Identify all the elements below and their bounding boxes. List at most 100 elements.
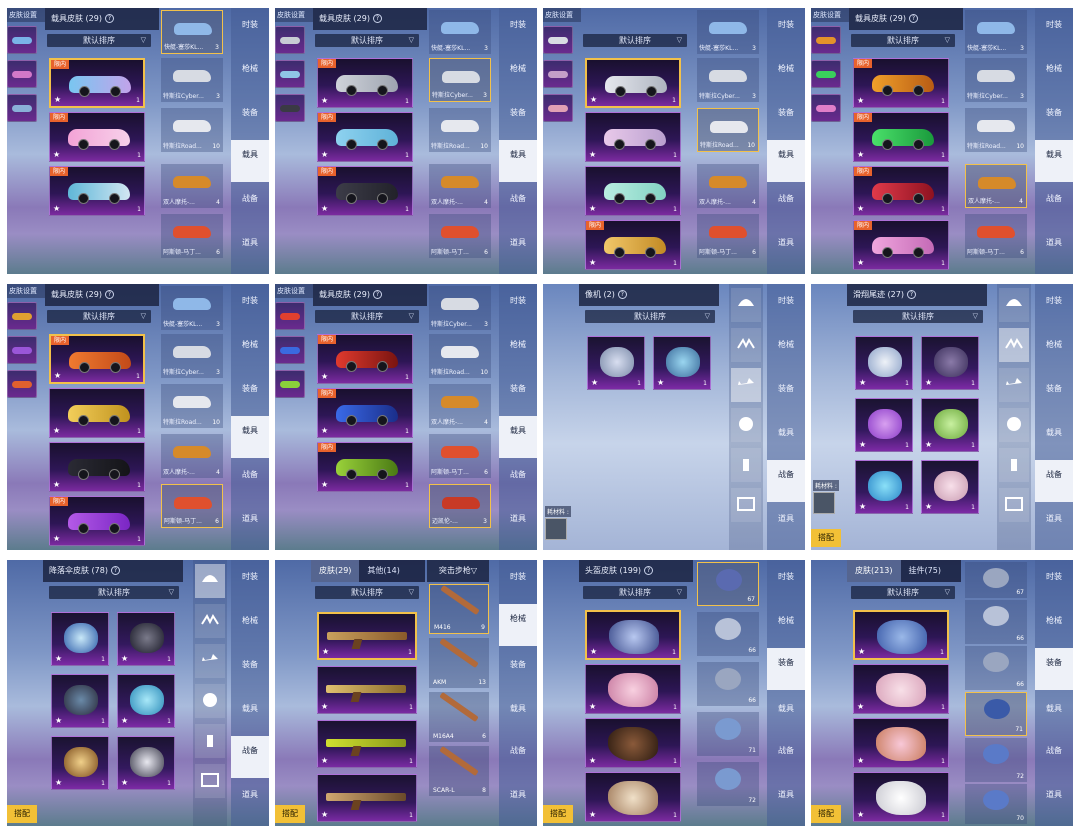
extinguisher-icon[interactable] [999, 448, 1029, 482]
vehicle-list-item[interactable]: 快艇-塞莎KL... 3 [429, 10, 491, 54]
weapon-category[interactable]: 突击步枪▽ [427, 560, 489, 582]
nav-tab[interactable]: 道具 [233, 238, 267, 248]
strip-thumb[interactable] [275, 370, 305, 398]
vehicle-list-item[interactable]: 快艇-塞莎KL... 3 [161, 286, 223, 330]
nav-tab-selected[interactable]: 载具 [499, 140, 537, 182]
gun-list-item[interactable]: AKM 13 [429, 637, 489, 688]
match-button[interactable]: 搭配 [543, 805, 573, 823]
image-icon[interactable] [731, 488, 761, 522]
strip-thumb[interactable] [811, 94, 841, 122]
strip-thumb[interactable] [7, 26, 37, 54]
skin-card[interactable]: ★ 1 [585, 772, 681, 822]
weapon-skin-card[interactable]: ★ 1 [317, 666, 417, 714]
nav-tab[interactable]: 战备 [769, 746, 803, 756]
nav-tab-selected[interactable]: 装备 [767, 648, 805, 690]
vehicle-list-item[interactable]: 特斯拉Cyber... 3 [965, 58, 1027, 102]
material-slot[interactable] [545, 518, 567, 540]
skin-card[interactable]: 限内 ★ 1 [853, 166, 949, 216]
skin-card[interactable]: 限内 ★ 1 [49, 166, 145, 216]
nav-tab[interactable]: 枪械 [1037, 64, 1071, 74]
skin-card[interactable]: ★ 1 [921, 336, 979, 390]
nav-tab[interactable]: 装备 [769, 108, 803, 118]
nav-tab[interactable]: 装备 [1037, 108, 1071, 118]
nav-tab-selected[interactable]: 枪械 [499, 604, 537, 646]
nav-tab-selected[interactable]: 载具 [767, 140, 805, 182]
parachute-icon[interactable] [999, 288, 1029, 322]
tab-other[interactable]: 其他(14) [359, 560, 407, 582]
vehicle-list-item[interactable]: 阿斯顿-马丁... 6 [697, 214, 759, 258]
vehicle-list-item[interactable]: 特斯拉Road... 10 [161, 108, 223, 152]
nav-tab[interactable]: 战备 [233, 194, 267, 204]
glider-trail-icon[interactable] [999, 328, 1029, 362]
material-slot[interactable] [813, 492, 835, 514]
nav-tab[interactable]: 时装 [769, 572, 803, 582]
help-icon[interactable]: ? [908, 14, 918, 23]
sort-dropdown[interactable]: 默认排序 ▽ [583, 586, 687, 599]
sort-dropdown[interactable]: 默认排序 ▽ [47, 310, 151, 323]
strip-thumb[interactable] [543, 94, 573, 122]
match-button[interactable]: 搭配 [7, 805, 37, 823]
nav-tab[interactable]: 载具 [1037, 428, 1071, 438]
skin-card[interactable]: ★ 1 [49, 388, 145, 438]
nav-tab[interactable]: 枪械 [501, 340, 535, 350]
weapon-skin-card[interactable]: ★ 1 [317, 720, 417, 768]
match-button[interactable]: 搭配 [275, 805, 305, 823]
nav-tab[interactable]: 载具 [769, 428, 803, 438]
skin-card[interactable]: 限内 ★ 1 [317, 442, 413, 492]
weapon-skin-card[interactable]: ★ 1 [317, 612, 417, 660]
gun-list-item[interactable]: M16A4 6 [429, 691, 489, 742]
sort-dropdown[interactable]: 默认排序 ▽ [585, 310, 715, 323]
nav-tab[interactable]: 道具 [769, 514, 803, 524]
strip-thumb[interactable] [543, 26, 573, 54]
vehicle-list-item[interactable]: 双人摩托-... 4 [429, 164, 491, 208]
helmet-list-item[interactable]: 66 [697, 612, 759, 656]
skin-card[interactable]: ★ 1 [853, 772, 949, 822]
help-icon[interactable]: ? [906, 290, 916, 299]
nav-tab[interactable]: 战备 [1037, 746, 1071, 756]
nav-tab-selected[interactable]: 载具 [1035, 140, 1073, 182]
nav-tab[interactable]: 时装 [233, 20, 267, 30]
strip-thumb[interactable] [275, 26, 305, 54]
nav-tab[interactable]: 枪械 [233, 616, 267, 626]
skin-card[interactable]: ★ 1 [585, 166, 681, 216]
nav-tab-selected[interactable]: 战备 [767, 460, 805, 502]
skin-card[interactable]: ★ 1 [117, 736, 175, 790]
nav-tab[interactable]: 枪械 [769, 340, 803, 350]
gun-list-item[interactable]: SCAR-L 8 [429, 745, 489, 796]
nav-tab[interactable]: 时装 [233, 296, 267, 306]
backpack-list-item[interactable]: 70 [965, 784, 1027, 824]
nav-tab[interactable]: 战备 [1037, 194, 1071, 204]
nav-tab[interactable]: 道具 [501, 238, 535, 248]
vehicle-list-item[interactable]: 双人摩托-... 4 [429, 384, 491, 428]
skin-card[interactable]: 限内 ★ 1 [317, 388, 413, 438]
vehicle-list-item[interactable]: 快艇-塞莎KL... 3 [965, 10, 1027, 54]
skin-card[interactable]: 限内 ★ 1 [317, 112, 413, 162]
nav-tab[interactable]: 道具 [769, 238, 803, 248]
nav-tab[interactable]: 载具 [769, 704, 803, 714]
plane-icon[interactable] [195, 644, 225, 678]
skin-card[interactable]: ★ 1 [921, 460, 979, 514]
sort-dropdown[interactable]: 默认排序 ▽ [583, 34, 687, 47]
strip-thumb[interactable] [811, 60, 841, 88]
parachute-icon[interactable] [195, 564, 225, 598]
nav-tab[interactable]: 时装 [233, 572, 267, 582]
skin-card[interactable]: ★ 1 [51, 674, 109, 728]
help-icon[interactable]: ? [372, 14, 382, 23]
strip-thumb[interactable] [7, 60, 37, 88]
skin-card[interactable]: ★ 1 [853, 718, 949, 768]
nav-tab[interactable]: 装备 [501, 108, 535, 118]
skin-card[interactable]: ★ 1 [49, 442, 145, 492]
nav-tab[interactable]: 枪械 [233, 340, 267, 350]
nav-tab[interactable]: 装备 [1037, 384, 1071, 394]
nav-tab[interactable]: 道具 [501, 790, 535, 800]
vehicle-list-item[interactable]: 阿斯顿-马丁... 6 [965, 214, 1027, 258]
nav-tab[interactable]: 枪械 [233, 64, 267, 74]
skin-card[interactable]: 限内 ★ 1 [317, 58, 413, 108]
nav-tab[interactable]: 道具 [1037, 238, 1071, 248]
help-icon[interactable]: ? [617, 290, 627, 299]
strip-thumb[interactable] [7, 94, 37, 122]
nav-tab[interactable]: 战备 [233, 470, 267, 480]
nav-tab[interactable]: 装备 [501, 660, 535, 670]
image-icon[interactable] [195, 764, 225, 798]
extinguisher-icon[interactable] [195, 724, 225, 758]
